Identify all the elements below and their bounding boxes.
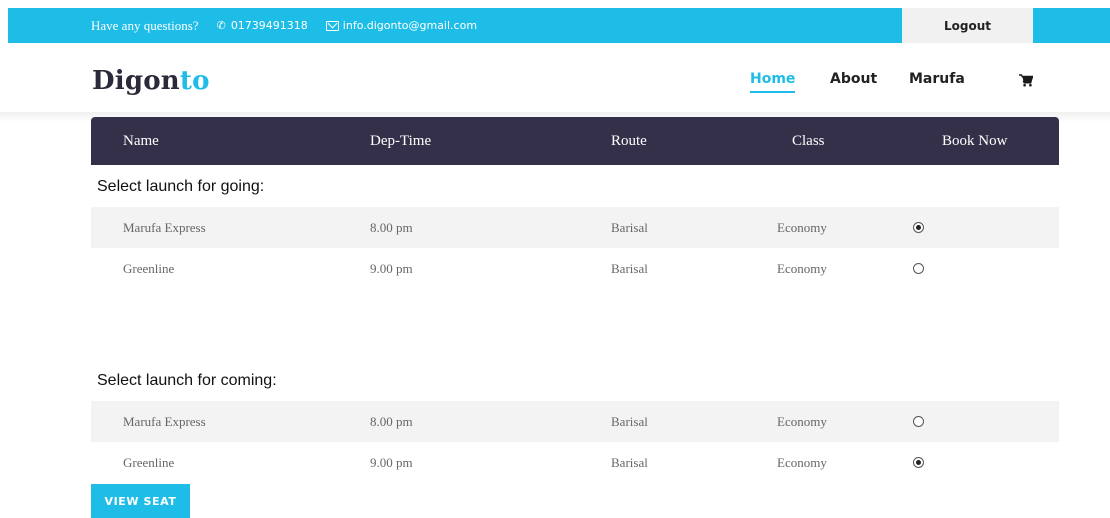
- nav-home[interactable]: Home: [750, 70, 796, 93]
- table-row: Greenline 9.00 pm Barisal Economy: [91, 248, 1059, 289]
- col-name: Name: [123, 133, 159, 149]
- dep-time: 8.00 pm: [370, 414, 413, 429]
- email-contact[interactable]: info.digonto@gmail.com: [325, 19, 478, 32]
- class: Economy: [777, 261, 827, 276]
- col-dep-time: Dep-Time: [370, 133, 432, 149]
- dep-time: 9.00 pm: [370, 455, 413, 470]
- book-radio[interactable]: [913, 222, 924, 233]
- contact-info: Have any questions? ✆ 01739491318 info.d…: [91, 8, 477, 43]
- book-radio[interactable]: [913, 263, 924, 274]
- nav-about[interactable]: About: [830, 70, 877, 88]
- book-radio[interactable]: [913, 457, 924, 468]
- view-seat-button[interactable]: VIEW SEAT: [91, 484, 190, 518]
- book-radio[interactable]: [913, 416, 924, 427]
- cart-icon[interactable]: [1019, 74, 1033, 87]
- launch-name: Greenline: [123, 261, 175, 276]
- table-header: Name Dep-Time Route Class Book Now: [91, 117, 1059, 165]
- nav-user[interactable]: Marufa: [909, 70, 965, 88]
- dep-time: 9.00 pm: [370, 261, 413, 276]
- brand-name-part2: to: [179, 66, 210, 96]
- route: Barisal: [611, 455, 648, 470]
- launch-name: Marufa Express: [123, 220, 206, 235]
- table-row: Marufa Express 8.00 pm Barisal Economy: [91, 207, 1059, 248]
- envelope-icon: [325, 20, 339, 31]
- route: Barisal: [611, 220, 648, 235]
- logout-button[interactable]: Logout: [902, 8, 1033, 43]
- route: Barisal: [611, 414, 648, 429]
- class: Economy: [777, 455, 827, 470]
- table-row: Greenline 9.00 pm Barisal Economy: [91, 442, 1059, 483]
- launch-name: Greenline: [123, 455, 175, 470]
- coming-section-title: Select launch for coming:: [97, 372, 277, 389]
- class: Economy: [777, 414, 827, 429]
- going-section-title: Select launch for going:: [97, 178, 265, 195]
- phone-number: 01739491318: [230, 19, 308, 32]
- dep-time: 8.00 pm: [370, 220, 413, 235]
- email-address: info.digonto@gmail.com: [342, 19, 478, 32]
- top-info-bar: Have any questions? ✆ 01739491318 info.d…: [8, 8, 1110, 43]
- brand-logo[interactable]: Digonto: [92, 64, 210, 98]
- col-book-now: Book Now: [942, 133, 1008, 149]
- phone-contact[interactable]: ✆ 01739491318: [217, 19, 308, 32]
- brand-name-part1: Digon: [92, 66, 180, 96]
- col-route: Route: [611, 133, 647, 149]
- phone-icon: ✆: [216, 19, 226, 32]
- table-row: Marufa Express 8.00 pm Barisal Economy: [91, 401, 1059, 442]
- col-class: Class: [792, 133, 825, 149]
- class: Economy: [777, 220, 827, 235]
- questions-text: Have any questions?: [91, 17, 199, 33]
- launch-name: Marufa Express: [123, 414, 206, 429]
- route: Barisal: [611, 261, 648, 276]
